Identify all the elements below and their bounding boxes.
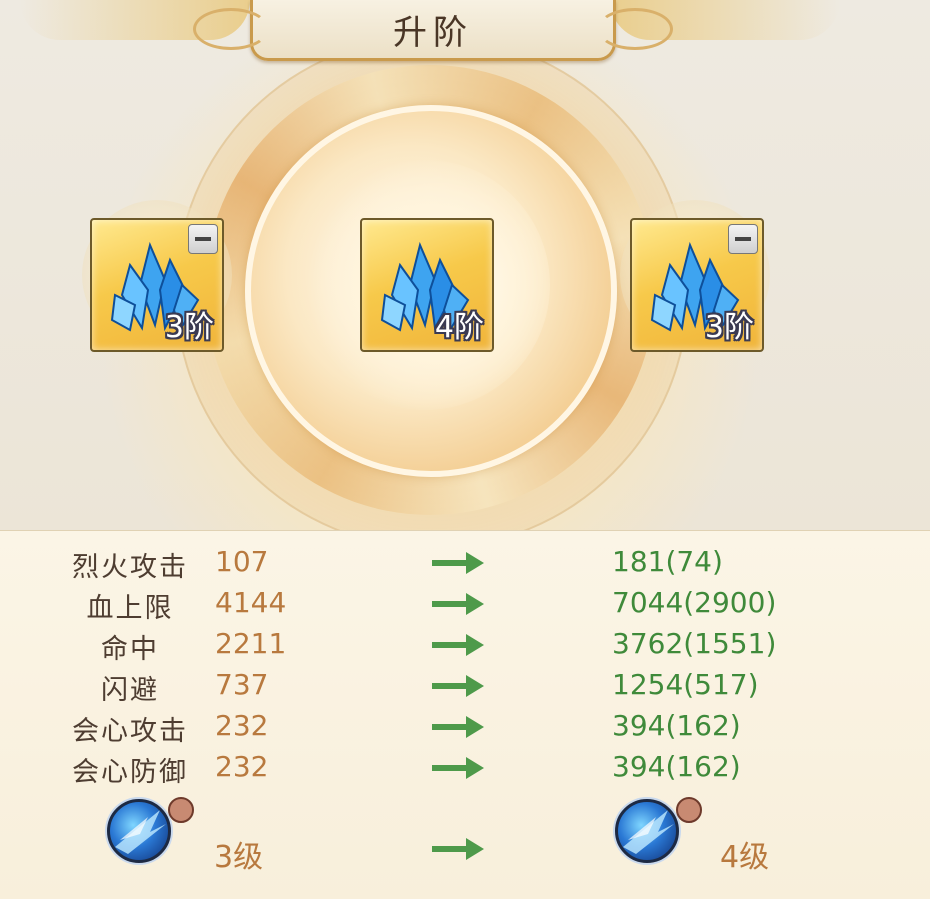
skill-badge-icon (168, 797, 194, 823)
title-plaque: 升阶 (193, 0, 673, 61)
ice-skill-icon[interactable] (107, 799, 171, 863)
stat-next-value: 1254(517) (612, 668, 759, 701)
stat-row: 闪避 737 1254(517) (0, 666, 930, 706)
stat-next-value: 394(162) (612, 750, 741, 783)
stat-row: 会心防御 232 394(162) (0, 748, 930, 788)
result-slot-center[interactable]: 4阶 (360, 218, 494, 352)
stat-current-value: 107 (215, 545, 269, 578)
stat-name: 命中 (101, 634, 159, 665)
stat-row: 烈火攻击 107 181(74) (0, 543, 930, 583)
stat-name: 会心攻击 (72, 716, 188, 747)
arrow-right-icon (432, 757, 484, 779)
remove-material-button[interactable] (728, 224, 758, 254)
stat-current-value: 2211 (215, 627, 287, 660)
skill-next-level: 4级 (720, 840, 770, 875)
stat-next-value: 394(162) (612, 709, 741, 742)
page-title: 升阶 (393, 12, 473, 53)
arrow-right-icon (432, 838, 484, 860)
material-slot-right[interactable]: 3阶 (630, 218, 764, 352)
stat-next-value: 181(74) (612, 545, 723, 578)
stats-panel: 烈火攻击 107 181(74) 血上限 4144 7044(2900) 命中 … (0, 530, 930, 899)
stat-current-value: 737 (215, 668, 269, 701)
stat-name: 烈火攻击 (72, 552, 188, 583)
upgrade-display-area: 3阶 4阶 3阶 升阶 (0, 0, 930, 530)
arrow-right-icon (432, 716, 484, 738)
stat-name: 会心防御 (72, 757, 188, 788)
stat-row: 命中 2211 3762(1551) (0, 625, 930, 665)
skill-badge-icon (676, 797, 702, 823)
slot-grade-label: 3阶 (704, 310, 754, 345)
arrow-right-icon (432, 634, 484, 656)
skill-current-level: 3级 (214, 840, 264, 875)
slot-grade-label: 4阶 (434, 310, 484, 345)
stat-name: 闪避 (101, 675, 159, 706)
stat-next-value: 7044(2900) (612, 586, 777, 619)
slot-grade-label: 3阶 (164, 310, 214, 345)
ice-skill-icon[interactable] (615, 799, 679, 863)
stat-current-value: 4144 (215, 586, 287, 619)
remove-material-button[interactable] (188, 224, 218, 254)
stat-row: 会心攻击 232 394(162) (0, 707, 930, 747)
material-slot-left[interactable]: 3阶 (90, 218, 224, 352)
stat-next-value: 3762(1551) (612, 627, 777, 660)
stat-row: 血上限 4144 7044(2900) (0, 584, 930, 624)
stat-current-value: 232 (215, 750, 269, 783)
arrow-right-icon (432, 675, 484, 697)
stat-current-value: 232 (215, 709, 269, 742)
arrow-right-icon (432, 552, 484, 574)
stat-name: 血上限 (86, 593, 174, 624)
arrow-right-icon (432, 593, 484, 615)
